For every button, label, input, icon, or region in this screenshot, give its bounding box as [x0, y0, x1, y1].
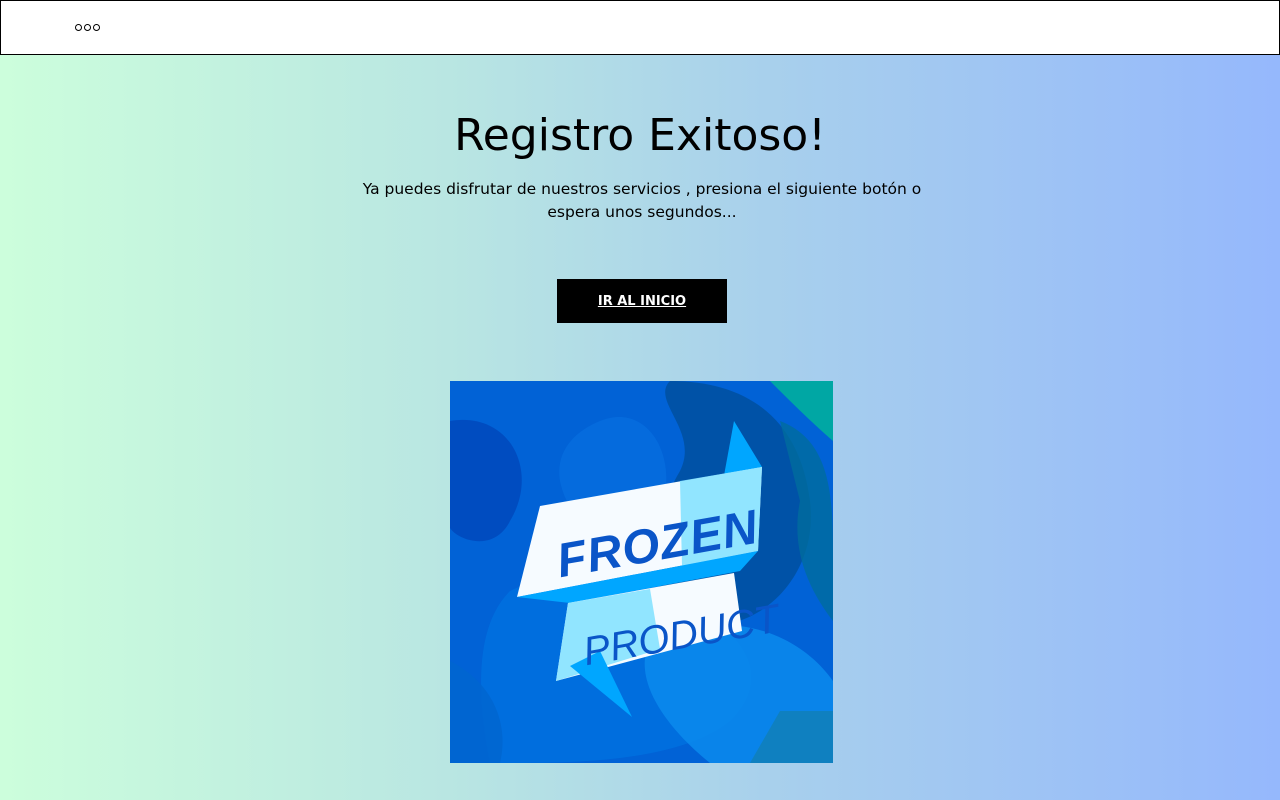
- success-message: Ya puedes disfrutar de nuestros servicio…: [362, 180, 922, 221]
- page-title: Registro Exitoso!: [454, 110, 826, 161]
- top-bar: [0, 0, 1280, 55]
- frozen-product-banner-image: FROZEN PRODUCT: [450, 381, 833, 763]
- go-home-button[interactable]: IR AL INICIO: [557, 279, 727, 323]
- more-dots-icon[interactable]: [75, 24, 100, 31]
